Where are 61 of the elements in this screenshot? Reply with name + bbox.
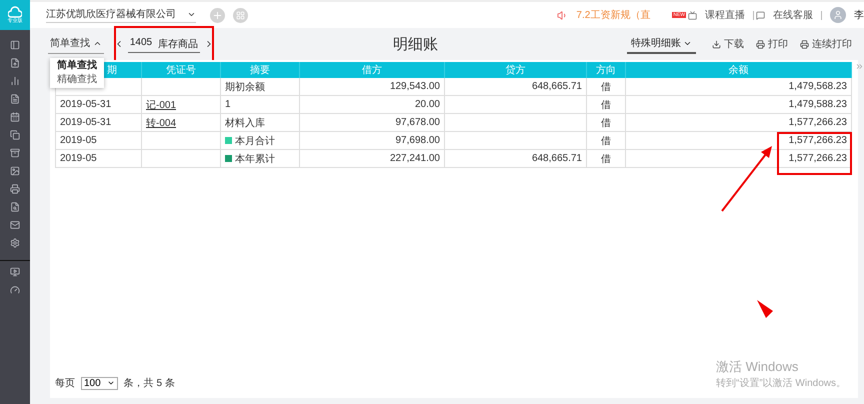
summary-icon [225, 155, 232, 162]
chat-icon [756, 10, 765, 20]
table-cell: 97,698.00 [300, 132, 445, 150]
table-cell: 2019-05 [55, 150, 142, 168]
table-cell: 2019-05 [55, 132, 142, 150]
table-cell: 97,678.00 [300, 114, 445, 132]
tv-icon [688, 10, 697, 20]
table-cell: 借 [587, 78, 626, 96]
table-cell: 借 [587, 150, 626, 168]
summary-text: 本年累计 [235, 152, 275, 166]
table-cell: 648,665.71 [445, 150, 587, 168]
cloud-icon [8, 6, 22, 18]
download-button[interactable]: 下载 [706, 37, 750, 51]
download-icon [712, 40, 721, 48]
speaker-icon [557, 10, 568, 20]
account-select[interactable]: 1405 库存商品 [128, 36, 200, 52]
table-cell: 227,241.00 [300, 150, 445, 168]
voucher-link[interactable]: 记-001 [146, 98, 176, 112]
column-header: 摘要 [221, 62, 300, 78]
table-cell: 借 [587, 96, 626, 114]
table-cell: 借 [587, 132, 626, 150]
print-button[interactable]: 打印 [750, 37, 794, 51]
printer-icon [756, 40, 765, 48]
column-header: 凭证号 [142, 62, 221, 78]
column-header: 方向 [587, 62, 626, 78]
table-cell: 1,479,588.23 [626, 96, 852, 114]
table-cell: 借 [587, 114, 626, 132]
table-cell: 1,577,266.23 [626, 132, 852, 150]
pager-summary: 条，共 5 条 [124, 376, 175, 390]
annotation-arrow [721, 146, 772, 212]
top-link[interactable]: 课程直播 [705, 8, 745, 22]
printer-icon [800, 40, 809, 48]
column-header: 借方 [300, 62, 445, 78]
column-header: 贷方 [445, 62, 587, 78]
summary-text: 本月合计 [235, 134, 275, 148]
table-cell: 1 [221, 96, 300, 114]
table-cell: 1,577,266.23 [626, 114, 852, 132]
page-title: 明细账 [392, 34, 439, 54]
voucher-link[interactable]: 转-004 [146, 116, 176, 130]
user-name[interactable]: 李 [854, 8, 864, 22]
column-header: 余额 [626, 62, 852, 78]
table-cell: 2019-05-31 [55, 114, 142, 132]
search-mode-button[interactable]: 简单查找 [48, 34, 104, 54]
summary-icon [225, 137, 232, 144]
top-link[interactable]: 在线客服 [773, 8, 813, 22]
table-cell: 2019-05-31 [55, 96, 142, 114]
company-select[interactable]: 江苏优凯欣医疗器械有限公司 [46, 7, 196, 23]
caret-icon [106, 379, 115, 387]
annotation-mark [757, 300, 773, 318]
page-size-select[interactable]: 100 [81, 376, 118, 390]
table-cell: 129,543.00 [300, 78, 445, 96]
activation-text: 转到“设置”以激活 Windows。 [716, 376, 846, 390]
print-button[interactable]: 连续打印 [794, 37, 858, 51]
ledger-type-select[interactable]: 特殊明细账 [627, 34, 696, 54]
activation-title: 激活 Windows [716, 358, 800, 376]
table-cell: 1,479,568.23 [626, 78, 852, 96]
table-cell: 材料入库 [221, 114, 300, 132]
table-cell: 20.00 [300, 96, 445, 114]
table-cell: 期初余额 [221, 78, 300, 96]
table-cell: 648,665.71 [445, 78, 587, 96]
pager-label: 每页 [55, 377, 75, 390]
